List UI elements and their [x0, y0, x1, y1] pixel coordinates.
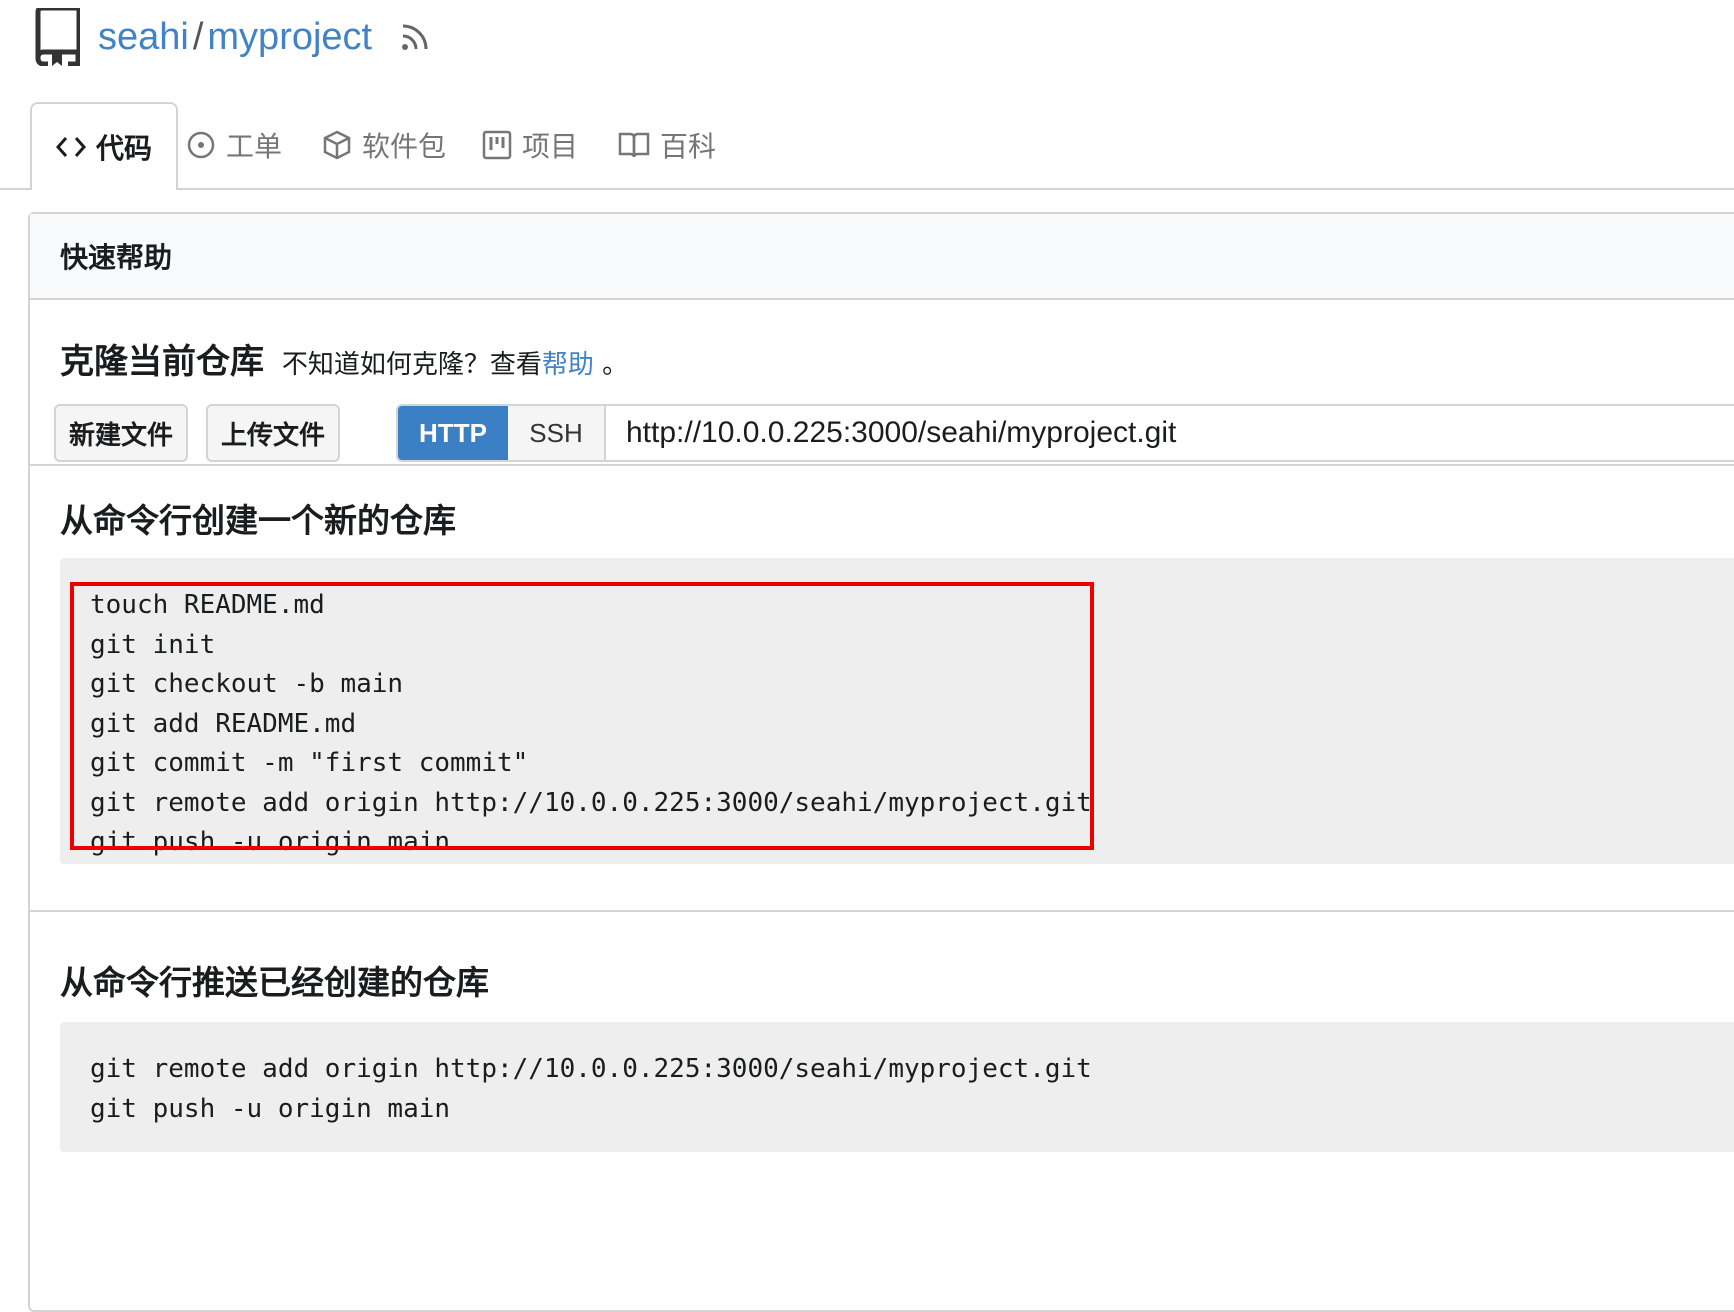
clone-url-group: HTTP SSH: [396, 404, 1734, 462]
issue-icon: [187, 131, 215, 159]
tab-issues-label: 工单: [226, 130, 283, 163]
clone-section-title: 克隆当前仓库 不知道如何克隆？查看帮助 。: [60, 334, 628, 383]
new-repo-title: 从命令行创建一个新的仓库: [60, 501, 456, 540]
tab-projects-label: 项目: [522, 130, 579, 163]
clone-title: 克隆当前仓库: [60, 342, 264, 382]
tab-code-label: 代码: [95, 132, 152, 165]
push-existing-code-block: git remote add origin http://10.0.0.225:…: [60, 1022, 1734, 1152]
tab-packages-label: 软件包: [362, 130, 447, 163]
code-line: git push -u origin main: [90, 1093, 451, 1124]
repo-icon: [35, 8, 80, 66]
project-icon: [482, 130, 512, 160]
clone-hint: 不知道如何克隆？查看帮助 。: [282, 350, 628, 380]
tab-wiki[interactable]: 百科: [618, 102, 716, 188]
code-line: git remote add origin http://10.0.0.225:…: [90, 1054, 1092, 1084]
highlight-box: [70, 582, 1094, 850]
repo-owner-link[interactable]: seahi: [98, 16, 189, 59]
clone-hint-end: 。: [602, 350, 629, 380]
clone-url-input[interactable]: [606, 406, 1734, 460]
package-icon: [323, 130, 351, 160]
repo-header: seahi / myproject: [34, 6, 430, 68]
repo-path-separator: /: [192, 15, 204, 58]
quick-help-panel: 快速帮助 克隆当前仓库 不知道如何克隆？查看帮助 。 新建文件 上传文件 HTT…: [28, 212, 1734, 1312]
repo-name-link[interactable]: myproject: [207, 16, 372, 59]
tab-code[interactable]: 代码: [30, 102, 178, 190]
repo-tab-bar: 代码 工单 软件包 项目 百科: [0, 102, 1734, 190]
ssh-protocol-button[interactable]: SSH: [508, 406, 606, 460]
quick-help-header: 快速帮助: [30, 214, 1734, 300]
wiki-book-icon: [618, 132, 650, 158]
clone-hint-text: 不知道如何克隆？查看: [281, 350, 542, 380]
tab-issues[interactable]: 工单: [186, 102, 282, 188]
push-existing-title: 从命令行推送已经创建的仓库: [60, 963, 489, 1002]
code-icon: [55, 137, 86, 157]
http-protocol-button[interactable]: HTTP: [398, 406, 508, 460]
section-divider: [30, 910, 1734, 912]
push-existing-commands: git remote add origin http://10.0.0.225:…: [90, 1050, 1092, 1129]
upload-file-button[interactable]: 上传文件: [206, 404, 340, 462]
tab-packages[interactable]: 软件包: [322, 102, 446, 188]
help-link[interactable]: 帮助: [542, 350, 594, 380]
tab-wiki-label: 百科: [660, 130, 717, 163]
tab-projects[interactable]: 项目: [482, 102, 578, 188]
new-file-button[interactable]: 新建文件: [54, 404, 188, 462]
rss-icon[interactable]: [400, 22, 430, 52]
section-divider: [30, 464, 1734, 466]
